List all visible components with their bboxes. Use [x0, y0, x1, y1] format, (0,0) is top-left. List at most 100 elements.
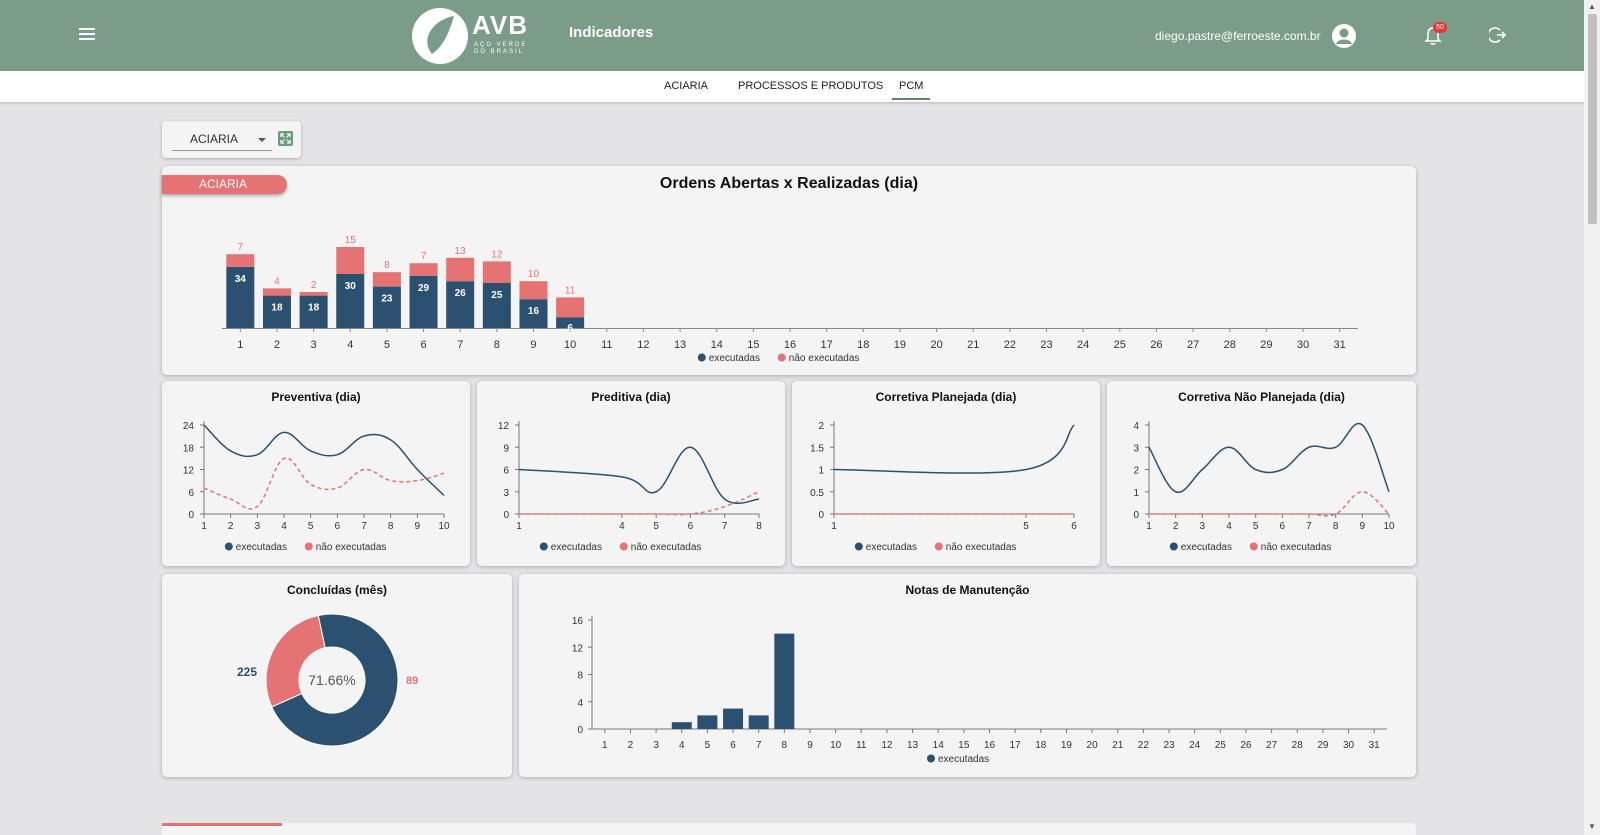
y-tick-label: 16: [572, 616, 584, 627]
area-select[interactable]: ACIARIA: [172, 129, 272, 151]
bar-executadas: [723, 708, 744, 729]
legend-dot: [1249, 542, 1258, 551]
x-tick-label: 7: [1306, 521, 1312, 532]
x-tick-label: 7: [361, 521, 367, 532]
legend-dot: [697, 353, 706, 362]
scroll-up-icon[interactable]: ▲: [1588, 2, 1596, 11]
x-tick-label: 5: [1253, 521, 1259, 532]
tab-pcm[interactable]: PCM: [892, 80, 931, 100]
x-tick-label: 1: [201, 521, 207, 532]
preventiva-card: Preventiva (dia) 0 6 12 18 24 1 2 3 4 5 6 7 8 9 10 exec…: [162, 381, 470, 566]
legend-label: executadas: [1181, 542, 1232, 553]
data-label-executadas: 16: [528, 306, 540, 317]
x-tick-label: 4: [679, 740, 685, 751]
x-tick-label: 18: [1035, 740, 1047, 751]
x-tick-label: 15: [958, 740, 970, 751]
x-tick-label: 1: [831, 521, 837, 532]
y-tick-label: 0: [577, 725, 583, 736]
x-tick-label: 6: [1280, 521, 1286, 532]
x-tick-label: 3: [255, 521, 261, 532]
bar-nao-executadas: [372, 272, 401, 287]
logout-icon[interactable]: [1489, 26, 1507, 44]
y-tick-label: 3: [1133, 443, 1139, 454]
fullscreen-button[interactable]: [278, 131, 293, 146]
x-tick-label: 8: [782, 740, 788, 751]
x-tick-label: 10: [564, 339, 576, 351]
data-label-nao-executadas: 7: [421, 251, 427, 262]
tab-processos-produtos[interactable]: PROCESSOS E PRODUTOS: [738, 80, 883, 92]
data-label-nao-executadas: 8: [384, 260, 390, 271]
preditiva-card: Preditiva (dia) 0 3 6 9 12 1 4 5 6 7 8 executadas nã…: [477, 381, 785, 566]
x-tick-label: 18: [857, 339, 869, 351]
legend-label: executadas: [866, 542, 917, 553]
tab-aciaria[interactable]: ACIARIA: [664, 80, 708, 92]
logo-leaf-icon: [412, 8, 468, 64]
corretiva-nao-planejada-card: Corretiva Não Planejada (dia) 0123412345…: [1107, 381, 1416, 566]
x-tick-label: 12: [881, 740, 893, 751]
bar-executadas: [671, 722, 692, 729]
x-tick-label: 3: [653, 740, 659, 751]
x-tick-label: 9: [530, 339, 536, 351]
legend-dot: [927, 754, 935, 763]
x-tick-label: 29: [1317, 740, 1329, 751]
y-tick-label: 0: [818, 510, 824, 521]
notas-chart: 04812161 2 3 4 5 6 7 8 9 10 11 12 13 14 15 16 17 18 19 20 21…: [572, 616, 1387, 765]
preditiva-chart: 0 3 6 9 12 1 4 5 6 7 8 executadas não executadas: [498, 421, 762, 553]
corretiva-planejada-card: Corretiva Planejada (dia) 0 0.5 1 1.5 2 1 5 6 ex…: [792, 381, 1100, 566]
x-tick-label: 31: [1334, 339, 1346, 351]
x-tick-label: 6: [335, 521, 341, 532]
x-tick-label: 1: [516, 521, 522, 532]
y-tick-label: 6: [188, 488, 194, 499]
x-tick-label: 19: [894, 339, 906, 351]
menu-icon[interactable]: [79, 28, 95, 42]
data-label-nao-executadas: 11: [565, 285, 576, 296]
legend-label: não executadas: [1261, 542, 1332, 553]
data-label-nao-executadas: 89: [406, 675, 418, 687]
x-tick-label: 5: [653, 521, 659, 532]
x-tick-label: 1: [1146, 521, 1152, 532]
legend-dot: [224, 542, 233, 551]
page-scrollbar[interactable]: ▲ ▼: [1584, 0, 1600, 835]
data-label-nao-executadas: 12: [491, 249, 503, 260]
x-tick-label: 28: [1224, 339, 1236, 351]
legend-dot: [619, 542, 628, 551]
x-tick-label: 13: [674, 339, 686, 351]
scroll-down-icon[interactable]: ▼: [1588, 822, 1596, 831]
x-tick-label: 1: [237, 339, 243, 351]
data-label-executadas: 6: [567, 323, 573, 334]
x-tick-label: 29: [1260, 339, 1272, 351]
y-tick-label: 2: [818, 421, 824, 432]
user-avatar-icon[interactable]: [1331, 23, 1357, 49]
x-tick-label: 8: [388, 521, 394, 532]
x-tick-label: 11: [601, 339, 612, 351]
x-tick-label: 2: [1173, 521, 1179, 532]
bar-nao-executadas: [446, 257, 475, 282]
x-tick-label: 10: [438, 521, 450, 532]
data-label-executadas: 34: [235, 274, 247, 285]
scroll-thumb[interactable]: [1588, 14, 1597, 224]
y-tick-label: 12: [498, 421, 510, 432]
x-tick-label: 6: [420, 339, 426, 351]
x-tick-label: 30: [1297, 339, 1309, 351]
legend-label: não executadas: [789, 353, 860, 364]
x-tick-label: 9: [1360, 521, 1366, 532]
y-tick-label: 1.5: [810, 443, 824, 454]
data-label-nao-executadas: 7: [238, 242, 244, 253]
x-tick-label: 5: [308, 521, 314, 532]
x-tick-label: 15: [747, 339, 759, 351]
x-tick-label: 7: [457, 339, 463, 351]
next-card-tag: [162, 823, 282, 826]
x-tick-label: 5: [705, 740, 711, 751]
line-executadas: [833, 424, 1075, 474]
user-email: diego.pastre@ferroeste.com.br: [1155, 29, 1321, 43]
x-tick-label: 6: [730, 740, 736, 751]
legend-dot: [777, 353, 786, 362]
data-label-nao-executadas: 4: [274, 276, 280, 287]
y-tick-label: 3: [503, 488, 509, 499]
x-tick-label: 7: [722, 521, 728, 532]
data-label-nao-executadas: 13: [455, 246, 467, 257]
preventiva-chart: 061218241 2 3 4 5 6 7 8 9 10executadas não executa…: [183, 421, 450, 553]
x-tick-label: 27: [1266, 740, 1278, 751]
x-tick-label: 16: [784, 339, 796, 351]
area-select-value: ACIARIA: [190, 132, 239, 146]
